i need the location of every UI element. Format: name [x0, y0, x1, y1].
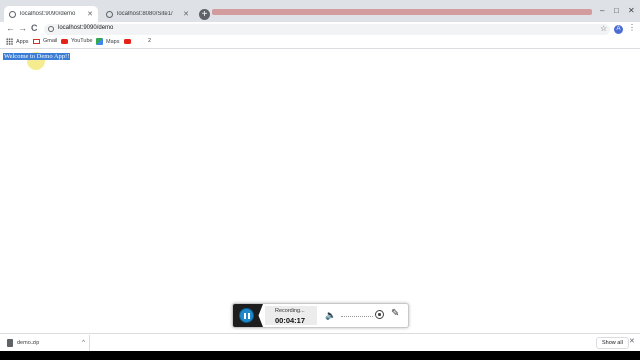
- tab-close-icon[interactable]: ✕: [183, 10, 189, 18]
- bookmark-apps[interactable]: Apps: [6, 38, 29, 45]
- reload-button[interactable]: C: [31, 23, 38, 33]
- maps-icon: [96, 38, 103, 45]
- info-icon[interactable]: [48, 26, 54, 32]
- tab-strip: localhost:9090/demo ✕ localhost:8080/Sit…: [0, 0, 640, 23]
- redacted-title-area: [212, 9, 592, 15]
- chevron-up-icon[interactable]: ^: [82, 340, 89, 346]
- welcome-text: Welcome to Demo App!!: [3, 53, 71, 60]
- recording-status: Recording...: [275, 308, 305, 314]
- apps-grid-icon: [6, 38, 13, 45]
- recording-status-panel: Recording... 00:04:17: [265, 306, 317, 325]
- youtube-icon: [124, 38, 131, 44]
- speaker-icon[interactable]: 🔈: [325, 310, 336, 321]
- bookmark-maps[interactable]: Maps: [96, 38, 119, 45]
- bookmark-label: Gmail: [43, 38, 58, 44]
- bookmarks-bar: Apps Gmail YouTube Maps 2: [0, 36, 640, 49]
- tab-title: localhost:9090/demo: [20, 11, 76, 17]
- pen-icon[interactable]: ✎: [391, 308, 399, 319]
- recording-widget: Recording... 00:04:17 🔈 ✎: [232, 303, 409, 328]
- browser-toolbar: ← → C localhost:9090/demo: [0, 22, 640, 36]
- bookmark-star-icon[interactable]: ☆: [600, 24, 607, 33]
- bookmark-label: Maps: [106, 38, 120, 45]
- bookmark-label: Apps: [16, 38, 29, 45]
- download-filename: demo.zip: [17, 340, 40, 346]
- download-shelf: demo.zip ^ Show all ✕: [0, 333, 640, 352]
- bottom-letterbox: [0, 351, 640, 360]
- bookmark-gmail[interactable]: Gmail: [33, 38, 57, 44]
- maximize-button[interactable]: □: [614, 6, 619, 15]
- new-tab-button[interactable]: +: [199, 9, 210, 20]
- menu-icon[interactable]: ⋮: [628, 23, 636, 32]
- bookmark-youtube[interactable]: YouTube: [61, 38, 93, 44]
- bookmark-label: YouTube: [71, 38, 93, 44]
- bookmark-label: 2: [148, 38, 152, 44]
- download-item[interactable]: demo.zip ^: [2, 335, 90, 351]
- tab-title: localhost:8080/Site1/: [117, 11, 173, 17]
- bookmark-youtube-2[interactable]: 2: [124, 38, 151, 44]
- youtube-icon: [61, 38, 68, 44]
- url-text[interactable]: localhost:9090/demo: [58, 25, 113, 31]
- minimize-button[interactable]: –: [600, 6, 604, 15]
- close-icon[interactable]: ✕: [629, 337, 635, 345]
- pause-button[interactable]: [239, 308, 254, 323]
- globe-icon: [9, 10, 16, 18]
- tab-site1[interactable]: localhost:8080/Site1/ ✕: [101, 6, 194, 22]
- tab-close-icon[interactable]: ✕: [87, 10, 93, 18]
- back-button[interactable]: ←: [6, 23, 15, 33]
- volume-slider[interactable]: [341, 316, 373, 318]
- window-close-button[interactable]: ✕: [628, 6, 635, 15]
- show-all-button[interactable]: Show all: [596, 337, 629, 349]
- profile-avatar[interactable]: A: [614, 25, 623, 34]
- recording-timer: 00:04:17: [275, 316, 306, 325]
- tab-demo[interactable]: localhost:9090/demo ✕: [4, 6, 98, 22]
- forward-button[interactable]: →: [18, 23, 27, 33]
- zip-file-icon: [7, 339, 13, 347]
- webcam-icon[interactable]: [375, 310, 384, 319]
- gmail-icon: [33, 38, 40, 44]
- address-bar[interactable]: localhost:9090/demo: [44, 24, 610, 35]
- globe-icon: [106, 10, 113, 18]
